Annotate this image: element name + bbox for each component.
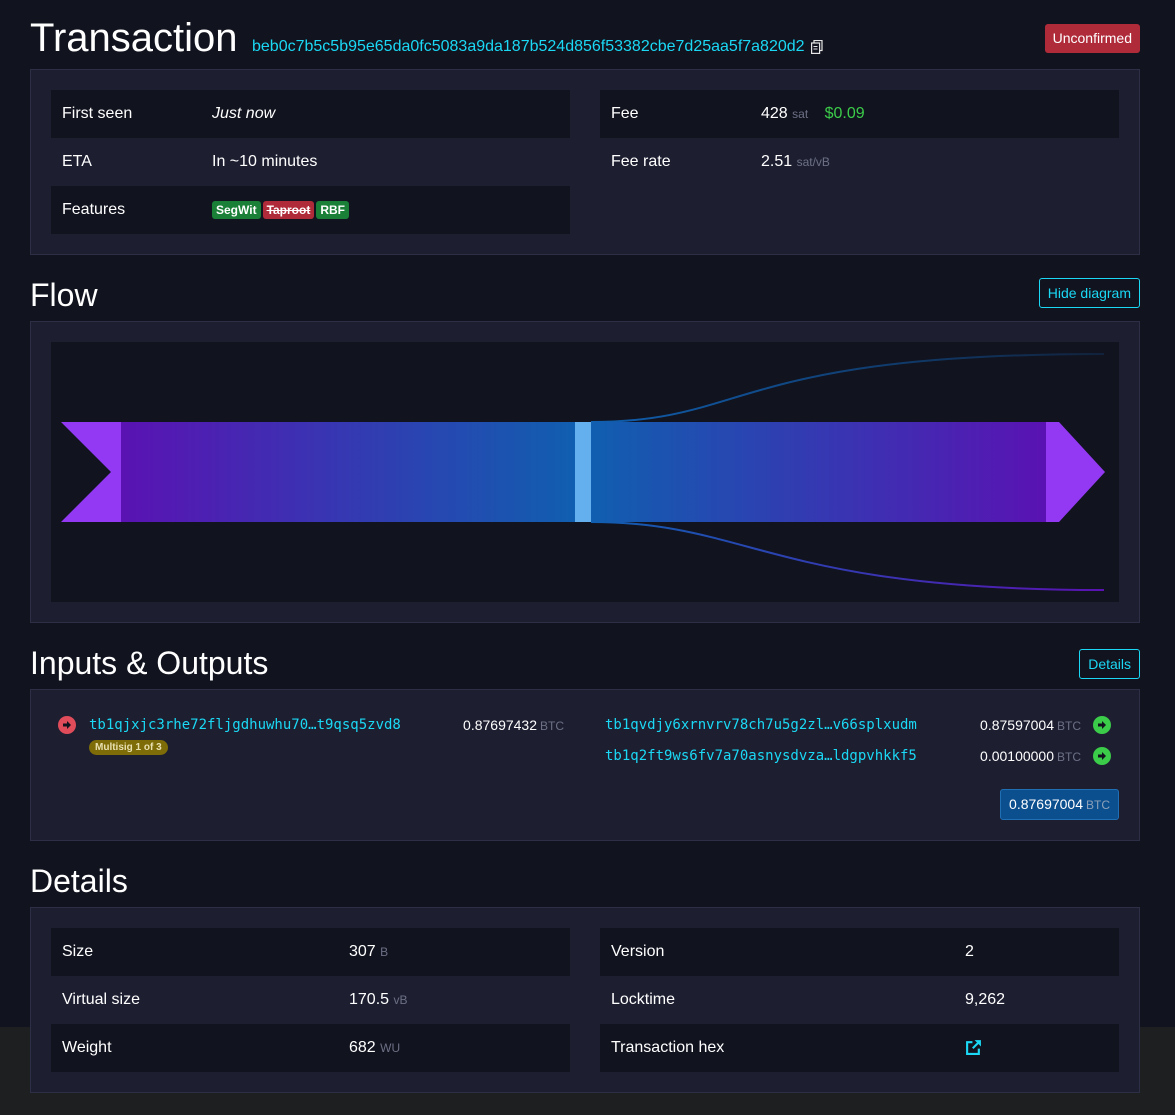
input-amount-0: 0.87697432 BTC — [463, 717, 564, 733]
vsize-amount: 170.5 — [349, 991, 390, 1008]
output-arrow-icon-1[interactable] — [1093, 747, 1111, 765]
total-amount-unit: BTC — [1086, 798, 1110, 812]
vsize-row: Virtual size 170.5 vB — [51, 976, 570, 1024]
flow-diagram — [51, 342, 1119, 602]
locktime-row: Locktime 9,262 — [600, 976, 1119, 1024]
first-seen-label: First seen — [51, 90, 201, 138]
input-address-0[interactable]: tb1qjxjc3rhe72fljgdhuwhu70…t9qsq5zvd8 — [89, 717, 401, 733]
first-seen-value: Just now — [201, 90, 570, 138]
version-row: Version 2 — [600, 928, 1119, 976]
size-value: 307 B — [338, 928, 570, 976]
size-amount: 307 — [349, 943, 376, 960]
output-arrow-icon-0[interactable] — [1093, 716, 1111, 734]
input-amount-0-unit: BTC — [540, 719, 564, 733]
summary-right-table: Fee 428 sat $0.09 Fee rate 2.51 sat/vB — [600, 90, 1119, 186]
fee-label: Fee — [600, 90, 750, 138]
tx-hex-value — [954, 1024, 1119, 1072]
features-label: Features — [51, 186, 201, 234]
vsize-unit: vB — [393, 993, 408, 1007]
flow-transaction-node[interactable] — [575, 422, 591, 522]
external-link-icon[interactable] — [965, 1039, 982, 1056]
feature-badge-taproot[interactable]: Taproot — [262, 201, 315, 219]
summary-left-table: First seen Just now ETA In ~10 minutes F… — [51, 90, 570, 234]
status-badge: Unconfirmed — [1044, 24, 1140, 53]
size-label: Size — [51, 928, 338, 976]
fee-usd: $0.09 — [824, 105, 865, 122]
locktime-value: 9,262 — [965, 991, 1006, 1008]
io-box: tb1qjxjc3rhe72fljgdhuwhu70…t9qsq5zvd8 Mu… — [30, 689, 1140, 841]
fee-rate-unit: sat/vB — [796, 155, 830, 169]
output-amount-1: 0.00100000 BTC — [980, 748, 1081, 764]
weight-row: Weight 682 WU — [51, 1024, 570, 1072]
flow-input-band[interactable] — [121, 422, 576, 522]
features-value: SegWit Taproot RBF — [201, 186, 570, 234]
eta-value: In ~10 minutes — [212, 153, 318, 170]
details-left-table: Size 307 B Virtual size 170.5 vB Weight … — [51, 928, 570, 1072]
fee-amount: 428 — [761, 105, 788, 122]
fee-unit: sat — [792, 107, 809, 121]
first-seen-value-text: Just now — [212, 105, 276, 122]
weight-value: 682 WU — [338, 1024, 570, 1072]
output-amount-1-unit: BTC — [1057, 750, 1081, 764]
copy-icon[interactable] — [811, 40, 823, 54]
transaction-header: Transaction beb0c7b5c5b95e65da0fc5083a9d… — [30, 14, 1140, 64]
fee-value: 428 sat $0.09 — [750, 90, 1119, 138]
tx-hex-row: Transaction hex — [600, 1024, 1119, 1072]
weight-label: Weight — [51, 1024, 338, 1072]
fee-row: Fee 428 sat $0.09 — [600, 90, 1119, 138]
fee-rate-amount: 2.51 — [761, 153, 793, 170]
fee-rate-row: Fee rate 2.51 sat/vB — [600, 138, 1119, 186]
txid-link[interactable]: beb0c7b5c5b95e65da0fc5083a9da187b524d856… — [252, 38, 805, 56]
total-amount-value: 0.87697004 — [1009, 796, 1083, 812]
feature-badge-rbf[interactable]: RBF — [316, 201, 350, 219]
vsize-label: Virtual size — [62, 991, 140, 1008]
size-row: Size 307 B — [51, 928, 570, 976]
flow-box — [30, 321, 1140, 623]
details-button[interactable]: Details — [1079, 649, 1140, 679]
locktime-label: Locktime — [611, 991, 676, 1008]
features-row: Features SegWit Taproot RBF — [51, 186, 570, 234]
details-right-table: Version 2 Locktime 9,262 Transaction hex — [600, 928, 1119, 1072]
weight-amount: 682 — [349, 1039, 376, 1056]
output-amount-1-value: 0.00100000 — [980, 748, 1054, 764]
details-title: Details — [30, 863, 128, 899]
first-seen-row: First seen Just now — [51, 90, 570, 138]
output-amount-0-unit: BTC — [1057, 719, 1081, 733]
output-amount-0: 0.87597004 BTC — [980, 717, 1081, 733]
input-amount-0-value: 0.87697432 — [463, 717, 537, 733]
eta-label: ETA — [62, 153, 92, 170]
summary-box: First seen Just now ETA In ~10 minutes F… — [30, 69, 1140, 255]
input-arrow-icon[interactable] — [58, 716, 76, 734]
vsize-value: 170.5 vB — [338, 976, 570, 1024]
arrow-right-icon — [1098, 721, 1106, 729]
tx-hex-label: Transaction hex — [600, 1024, 954, 1072]
io-title: Inputs & Outputs — [30, 645, 269, 681]
feature-badge-segwit[interactable]: SegWit — [212, 201, 261, 219]
arrow-right-icon — [63, 721, 71, 729]
details-box: Size 307 B Virtual size 170.5 vB Weight … — [30, 907, 1140, 1093]
flow-output-band[interactable] — [591, 422, 1046, 522]
output-address-1[interactable]: tb1q2ft9ws6fv7a70asnysdvza…ldgpvhkkf5 — [605, 748, 917, 764]
output-amount-0-value: 0.87597004 — [980, 717, 1054, 733]
flow-title: Flow — [30, 277, 98, 313]
page-title: Transaction — [30, 16, 238, 60]
version-label: Version — [600, 928, 954, 976]
fee-rate-value: 2.51 sat/vB — [750, 138, 1119, 186]
multisig-badge: Multisig 1 of 3 — [89, 740, 168, 755]
output-address-0[interactable]: tb1qvdjy6xrnvrv78ch7u5g2zl…v66splxudm — [605, 717, 917, 733]
hide-diagram-button[interactable]: Hide diagram — [1038, 278, 1140, 308]
size-unit: B — [380, 945, 389, 959]
arrow-right-icon — [1098, 752, 1106, 760]
version-value: 2 — [954, 928, 1119, 976]
fee-rate-label: Fee rate — [611, 153, 671, 170]
eta-row: ETA In ~10 minutes — [51, 138, 570, 186]
total-amount-badge: 0.87697004 BTC — [1000, 789, 1119, 820]
weight-unit: WU — [380, 1041, 401, 1055]
